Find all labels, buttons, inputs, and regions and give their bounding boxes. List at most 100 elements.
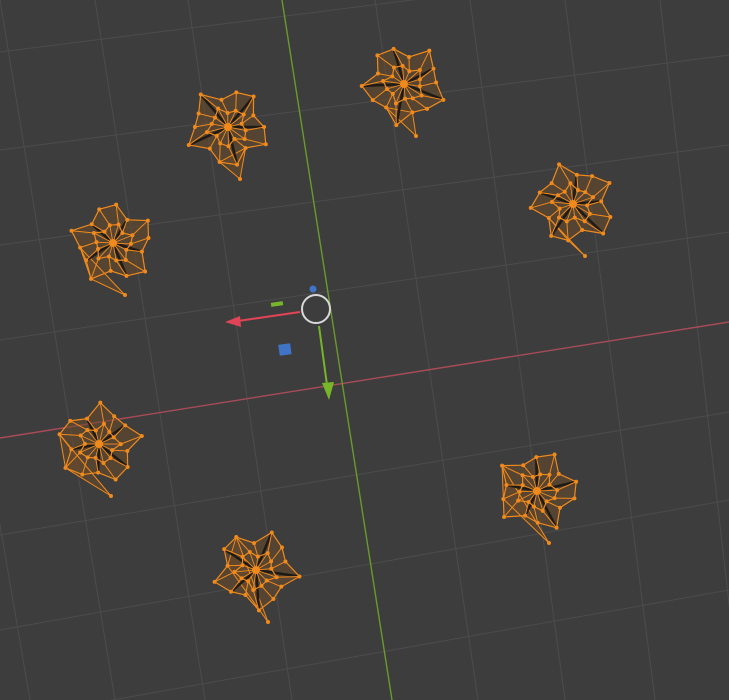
mesh-vertex[interactable] bbox=[585, 203, 590, 208]
mesh-vertex[interactable] bbox=[441, 97, 446, 102]
mesh-vertex[interactable] bbox=[562, 189, 567, 194]
mesh-vertex[interactable] bbox=[601, 231, 606, 236]
mesh-vertex[interactable] bbox=[540, 508, 545, 513]
mesh-vertex[interactable] bbox=[225, 111, 230, 116]
mesh-vertex[interactable] bbox=[568, 181, 573, 186]
mesh-object[interactable] bbox=[528, 162, 613, 258]
mesh-vertex[interactable] bbox=[566, 238, 571, 243]
mesh-vertex[interactable] bbox=[583, 254, 587, 258]
gizmo-y-plane-handle[interactable] bbox=[270, 301, 284, 307]
mesh-vertex[interactable] bbox=[547, 541, 551, 545]
mesh-vertex[interactable] bbox=[547, 472, 552, 477]
mesh-vertex[interactable] bbox=[516, 498, 521, 503]
mesh-vertex[interactable] bbox=[391, 46, 396, 51]
mesh-vertex[interactable] bbox=[110, 448, 115, 453]
mesh-vertex[interactable] bbox=[124, 273, 129, 278]
mesh-vertex[interactable] bbox=[106, 254, 111, 259]
mesh-vertex[interactable] bbox=[418, 77, 423, 82]
mesh-vertex[interactable] bbox=[207, 146, 212, 151]
mesh-vertex[interactable] bbox=[125, 448, 130, 453]
mesh-vertex[interactable] bbox=[417, 68, 422, 73]
mesh-vertex[interactable] bbox=[532, 504, 537, 509]
mesh-vertex[interactable] bbox=[69, 447, 74, 452]
mesh-vertex[interactable] bbox=[146, 236, 151, 241]
mesh-vertex[interactable] bbox=[552, 452, 557, 457]
mesh-object[interactable] bbox=[186, 90, 268, 181]
mesh-vertex[interactable] bbox=[94, 240, 99, 245]
mesh-vertex[interactable] bbox=[370, 98, 375, 103]
mesh-vertex[interactable] bbox=[263, 142, 268, 147]
mesh-vertex[interactable] bbox=[266, 620, 270, 624]
mesh-vertex[interactable] bbox=[112, 414, 117, 419]
mesh-vertex[interactable] bbox=[264, 578, 269, 583]
mesh-vertex[interactable] bbox=[271, 597, 276, 602]
mesh-vertex[interactable] bbox=[599, 199, 604, 204]
mesh-vertex[interactable] bbox=[107, 429, 112, 434]
mesh-vertex[interactable] bbox=[243, 145, 248, 150]
mesh-vertex[interactable] bbox=[109, 494, 113, 498]
mesh-vertex[interactable] bbox=[82, 441, 87, 446]
mesh-object[interactable] bbox=[57, 400, 144, 498]
mesh-vertex[interactable] bbox=[556, 471, 561, 476]
mesh-vertex[interactable] bbox=[123, 423, 128, 428]
mesh-vertex[interactable] bbox=[375, 71, 380, 76]
mesh-vertex[interactable] bbox=[130, 233, 135, 238]
mesh-vertex[interactable] bbox=[89, 222, 94, 227]
mesh-object[interactable] bbox=[69, 202, 151, 297]
mesh-vertex[interactable] bbox=[425, 106, 430, 111]
mesh-vertex[interactable] bbox=[297, 574, 302, 579]
mesh-vertex[interactable] bbox=[557, 162, 562, 167]
mesh-vertex[interactable] bbox=[192, 125, 197, 129]
mesh-vertex[interactable] bbox=[229, 589, 234, 594]
mesh-vertex[interactable] bbox=[84, 258, 89, 263]
object-origin[interactable] bbox=[95, 440, 103, 448]
mesh-vertex[interactable] bbox=[85, 416, 90, 421]
mesh-vertex[interactable] bbox=[582, 219, 587, 224]
mesh-vertex[interactable] bbox=[97, 207, 102, 212]
gizmo-x-arrow-head[interactable] bbox=[225, 316, 241, 327]
mesh-vertex[interactable] bbox=[279, 584, 284, 589]
mesh-vertex[interactable] bbox=[549, 181, 554, 186]
mesh-vertex[interactable] bbox=[391, 65, 396, 70]
mesh-vertex[interactable] bbox=[583, 190, 588, 195]
mesh-vertex[interactable] bbox=[549, 233, 554, 238]
mesh-vertex[interactable] bbox=[123, 258, 128, 263]
mesh-vertex[interactable] bbox=[108, 268, 113, 273]
mesh-vertex[interactable] bbox=[534, 455, 539, 460]
mesh-vertex[interactable] bbox=[226, 144, 231, 149]
mesh-vertex[interactable] bbox=[520, 473, 525, 478]
mesh-vertex[interactable] bbox=[538, 472, 543, 477]
mesh-vertex[interactable] bbox=[434, 80, 439, 85]
mesh-vertex[interactable] bbox=[114, 258, 119, 263]
mesh-vertex[interactable] bbox=[57, 432, 62, 437]
mesh-vertex[interactable] bbox=[241, 112, 246, 117]
mesh-vertex[interactable] bbox=[102, 229, 107, 234]
mesh-vertex[interactable] bbox=[85, 455, 90, 460]
mesh-vertex[interactable] bbox=[91, 231, 96, 236]
mesh-vertex[interactable] bbox=[574, 479, 579, 484]
mesh-vertex[interactable] bbox=[544, 499, 549, 504]
mesh-vertex[interactable] bbox=[243, 593, 248, 598]
mesh-vertex[interactable] bbox=[120, 230, 125, 235]
mesh-vertex[interactable] bbox=[198, 92, 203, 97]
mesh-vertex[interactable] bbox=[145, 218, 150, 223]
mesh-vertex[interactable] bbox=[125, 217, 130, 222]
mesh-vertex[interactable] bbox=[78, 450, 83, 455]
mesh-vertex[interactable] bbox=[124, 247, 129, 252]
mesh-vertex[interactable] bbox=[251, 588, 256, 593]
mesh-vertex[interactable] bbox=[196, 111, 201, 116]
mesh-vertex[interactable] bbox=[108, 455, 113, 460]
mesh-vertex[interactable] bbox=[98, 400, 103, 405]
mesh-vertex[interactable] bbox=[240, 563, 245, 568]
mesh-vertex[interactable] bbox=[222, 547, 227, 552]
mesh-vertex[interactable] bbox=[123, 293, 127, 297]
mesh-vertex[interactable] bbox=[528, 205, 533, 210]
mesh-vertex[interactable] bbox=[216, 106, 221, 111]
mesh-vertex[interactable] bbox=[128, 241, 133, 246]
object-origin[interactable] bbox=[533, 487, 541, 495]
mesh-vertex[interactable] bbox=[209, 121, 214, 126]
gizmo-x-axis[interactable] bbox=[237, 311, 301, 322]
mesh-vertex[interactable] bbox=[63, 465, 68, 470]
mesh-vertex[interactable] bbox=[114, 202, 119, 207]
mesh-vertex[interactable] bbox=[143, 269, 148, 274]
